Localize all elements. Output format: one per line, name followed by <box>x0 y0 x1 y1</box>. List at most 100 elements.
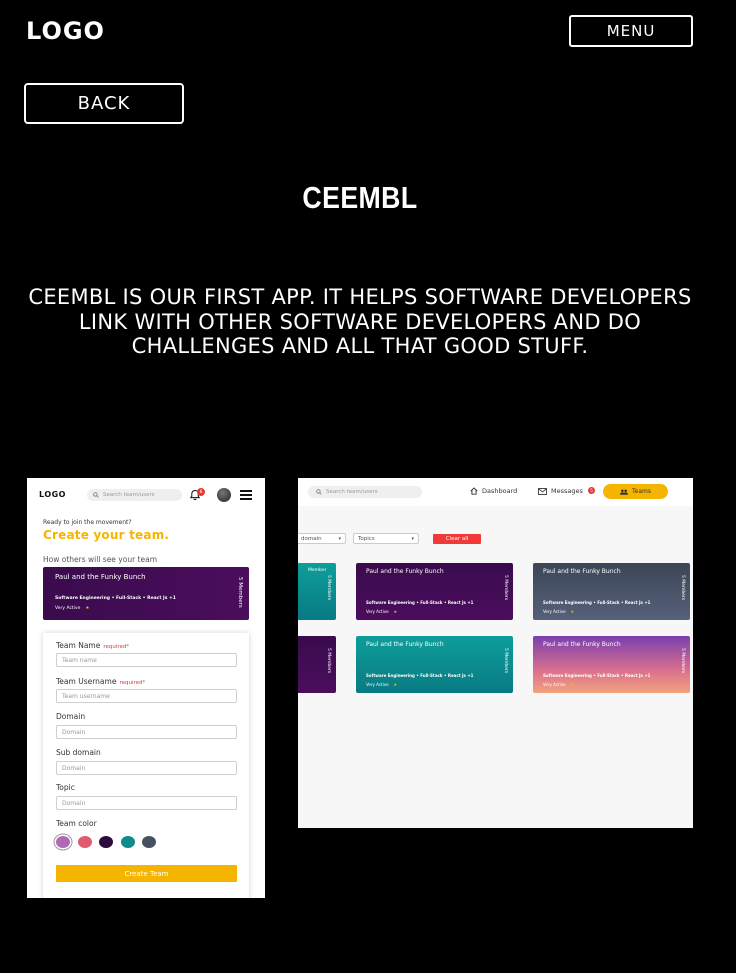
messages-badge: 5 <box>588 487 595 494</box>
topic-input[interactable]: Domain <box>56 796 237 810</box>
color-swatch[interactable] <box>142 836 156 848</box>
team-card-name: Paul and the Funky Bunch <box>366 568 444 575</box>
team-card-members: 5 Members <box>503 575 508 601</box>
team-name-label-text: Team Name <box>56 641 101 650</box>
star-icon: ★ <box>393 609 398 614</box>
team-name-label: Team Name required* <box>56 641 129 650</box>
team-card-activity-text: Very Active <box>543 682 566 687</box>
team-card[interactable]: Paul and the Funky Bunch Software Engine… <box>356 636 513 693</box>
chevron-down-icon: ▾ <box>411 536 414 542</box>
subdomain-input[interactable]: Domain <box>56 761 237 775</box>
team-card[interactable]: Paul and the Funky Bunch Software Engine… <box>533 563 690 620</box>
nav-teams-label: Teams <box>632 488 651 495</box>
preview-label: How others will see your team <box>43 555 158 564</box>
nav-teams-button[interactable]: Teams <box>603 484 668 499</box>
project-description: CEEMBL IS OUR FIRST APP. IT HELPS SOFTWA… <box>28 285 692 358</box>
team-card-activity-text: Very Active <box>366 609 389 614</box>
create-team-form: Team Name required* Team name Team Userna… <box>43 633 249 898</box>
team-card-activity: Very Active ★ <box>55 606 89 611</box>
team-card-activity: Very Active ★ <box>366 682 397 687</box>
team-card-activity: Very Active ★ <box>543 682 574 687</box>
color-swatch[interactable] <box>121 836 135 848</box>
team-card-tags: Software Engineering • Full-Stack • Reac… <box>366 600 474 605</box>
chevron-down-icon: ▾ <box>338 536 341 542</box>
team-card-members: 5 Members <box>326 575 331 601</box>
team-card-partial[interactable]: 5 Members <box>298 636 336 693</box>
team-card-name: Paul and the Funky Bunch <box>55 573 146 581</box>
star-icon: ★ <box>85 606 90 611</box>
domain-input[interactable]: Domain <box>56 725 237 739</box>
mobile-search-placeholder: Search team/users <box>103 492 155 498</box>
menu-button[interactable]: MENU <box>569 15 693 47</box>
team-card-activity: Very Active ★ <box>366 609 397 614</box>
team-card-activity-text: Very Active <box>366 682 389 687</box>
create-team-heading: Create your team. <box>43 528 170 542</box>
star-icon: ★ <box>570 682 575 687</box>
nav-dashboard-label: Dashboard <box>482 487 518 495</box>
nav-messages-label: Messages <box>551 487 583 495</box>
team-card-name: Paul and the Funky Bunch <box>366 641 444 648</box>
color-swatch[interactable] <box>78 836 92 848</box>
domain-filter-value: domain <box>301 535 322 542</box>
back-button[interactable]: BACK <box>24 83 184 124</box>
ready-text: Ready to join the movement? <box>43 519 132 526</box>
desktop-search-bar[interactable]: Search team/users <box>308 486 422 498</box>
team-card-partial[interactable]: Member 5 Members <box>298 563 336 620</box>
mobile-header: LOGO Search team/users 6 <box>27 478 265 512</box>
team-card-tags: Software Engineering • Full-Stack • Reac… <box>543 673 651 678</box>
page-title: CEEMBL <box>302 180 418 215</box>
site-logo[interactable]: LOGO <box>26 17 105 45</box>
home-icon <box>470 487 478 495</box>
desktop-header: Search team/users Dashboard Messages 5 T… <box>298 478 693 506</box>
notification-badge: 6 <box>197 488 205 496</box>
team-card-tags: Software Engineering • Full-Stack • Reac… <box>366 673 474 678</box>
create-team-button[interactable]: Create Team <box>56 865 237 882</box>
team-card-members: 5 Members <box>680 575 685 601</box>
topics-filter-value: Topics <box>358 535 375 542</box>
team-card-members: 5 Members <box>326 648 331 674</box>
mail-icon <box>538 487 547 495</box>
star-icon: ★ <box>570 609 575 614</box>
topics-filter-select[interactable]: Topics ▾ <box>353 533 419 544</box>
subdomain-label: Sub domain <box>56 748 101 757</box>
star-icon: ★ <box>393 682 398 687</box>
color-swatch[interactable] <box>99 836 113 848</box>
top-bar: LOGO MENU <box>0 0 736 70</box>
search-icon <box>93 492 99 498</box>
team-card-activity-text: Very Active <box>543 609 566 614</box>
search-icon <box>316 489 322 495</box>
team-card-tags: Software Engineering • Full-Stack • Reac… <box>55 596 176 601</box>
team-card-activity-text: Very Active <box>55 606 81 611</box>
team-username-input[interactable]: Team username <box>56 689 237 703</box>
mobile-search-bar: Search team/users <box>87 489 182 501</box>
required-indicator: required* <box>119 680 146 686</box>
clear-all-button[interactable]: Clear all <box>433 534 481 544</box>
nav-messages[interactable]: Messages <box>538 487 583 495</box>
team-card-tags: Software Engineering • Full-Stack • Reac… <box>543 600 651 605</box>
mobile-screenshot: LOGO Search team/users 6 Ready to join t… <box>27 478 265 898</box>
color-swatch[interactable] <box>56 836 70 848</box>
team-card-label: Member <box>308 568 327 573</box>
domain-label: Domain <box>56 712 86 721</box>
team-card[interactable]: Paul and the Funky Bunch Software Engine… <box>533 636 690 693</box>
desktop-search-placeholder: Search team/users <box>326 489 378 495</box>
team-card-members: 5 Members <box>237 577 243 608</box>
team-username-label-text: Team Username <box>56 677 117 686</box>
avatar <box>217 488 231 502</box>
team-color-label: Team color <box>56 819 97 828</box>
team-card-members: 5 Members <box>503 648 508 674</box>
team-card[interactable]: Paul and the Funky Bunch Software Engine… <box>356 563 513 620</box>
team-card-activity: Very Active ★ <box>543 609 574 614</box>
team-name-input[interactable]: Team name <box>56 653 237 667</box>
team-preview-card: Paul and the Funky Bunch Software Engine… <box>43 567 249 620</box>
topic-label: Topic <box>56 783 75 792</box>
team-card-name: Paul and the Funky Bunch <box>543 568 621 575</box>
mobile-logo: LOGO <box>39 490 66 499</box>
domain-filter-select[interactable]: domain ▾ <box>298 533 346 544</box>
team-card-members: 5 Members <box>680 648 685 674</box>
team-card-name: Paul and the Funky Bunch <box>543 641 621 648</box>
team-username-label: Team Username required* <box>56 677 145 686</box>
nav-dashboard[interactable]: Dashboard <box>470 487 517 495</box>
desktop-screenshot: Search team/users Dashboard Messages 5 T… <box>298 478 693 828</box>
team-icon <box>620 489 628 495</box>
